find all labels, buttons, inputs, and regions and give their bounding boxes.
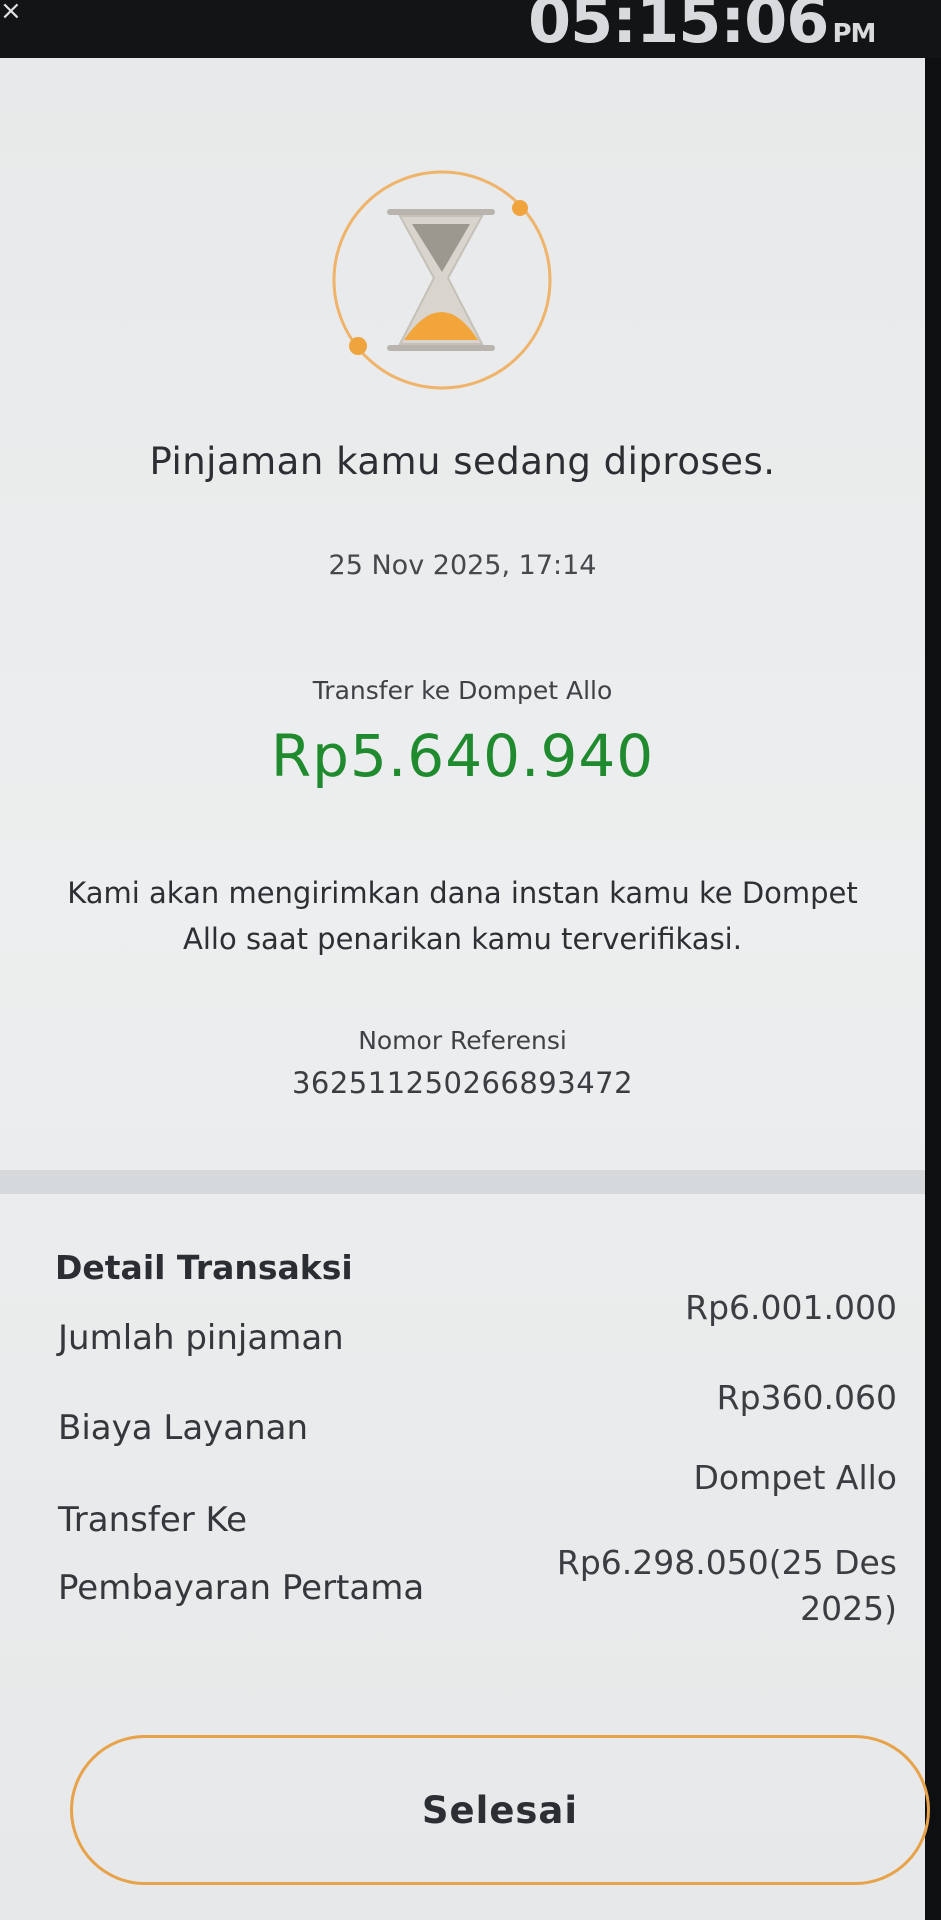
close-icon[interactable]: ×: [0, 0, 30, 30]
device-status-bar: × 05:15:06 PM: [0, 0, 941, 62]
detail-row-label: Jumlah pinjaman: [58, 1318, 344, 1358]
done-button[interactable]: Selesai: [70, 1735, 930, 1885]
device-bezel: [925, 58, 941, 1920]
transfer-amount: Rp5.640.940: [270, 722, 655, 790]
reference-label: Nomor Referensi: [358, 1026, 567, 1055]
clock-time: 05:15:06: [528, 0, 829, 57]
detail-row-value: Rp6.001.000: [685, 1288, 897, 1327]
done-button-label: Selesai: [421, 1788, 579, 1832]
status-title: Pinjaman kamu sedang diproses.: [149, 440, 776, 483]
transaction-datetime: 25 Nov 2025, 17:14: [328, 550, 597, 581]
clock: 05:15:06 PM: [528, 0, 876, 57]
detail-row-label: Transfer Ke: [58, 1500, 248, 1540]
detail-row-value: Dompet Allo: [693, 1458, 897, 1497]
detail-title: Detail Transaksi: [55, 1248, 353, 1287]
section-divider: [0, 1170, 925, 1194]
detail-row-label: Biaya Layanan: [58, 1408, 309, 1448]
info-message: Kami akan mengirimkan dana instan kamu k…: [67, 876, 858, 956]
detail-row-label: Pembayaran Pertama: [58, 1568, 425, 1608]
hourglass-icon: [322, 160, 562, 400]
reference-number: 362511250266893472: [291, 1066, 634, 1100]
detail-row-value: Rp360.060: [716, 1378, 897, 1417]
clock-ampm: PM: [832, 19, 876, 49]
detail-row-value: Rp6.298.050(25 Des 2025): [556, 1543, 897, 1628]
transfer-label: Transfer ke Dompet Allo: [312, 676, 613, 705]
